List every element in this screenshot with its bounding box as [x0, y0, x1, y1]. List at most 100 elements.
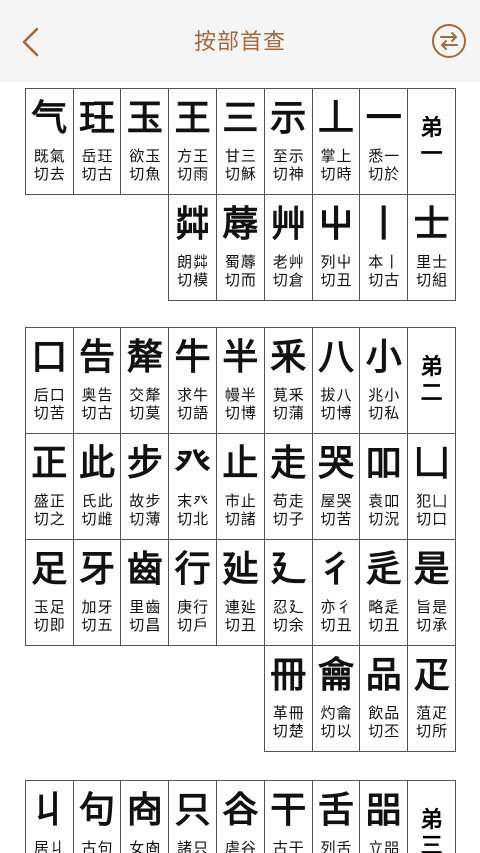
radical-cell[interactable]: 彳彳丑亦切	[311, 539, 361, 646]
seal-glyph: 丨	[365, 203, 402, 245]
reading-char: 口	[49, 386, 65, 404]
radical-cell[interactable]: 三三穌甘切	[216, 88, 265, 195]
reading-char: 以	[336, 722, 352, 741]
reading-text: 舌食列切	[320, 839, 351, 853]
radical-cell[interactable]: 士士組里切	[407, 194, 456, 301]
radical-cell[interactable]: 王王雨方切	[168, 88, 218, 195]
radical-cell[interactable]: 癶癶北末切	[168, 433, 218, 540]
reading-char: 老	[272, 253, 288, 271]
reading-char: 只	[193, 839, 209, 853]
radical-cell[interactable]: 示示神至切	[263, 88, 313, 195]
seal-glyph: 釆	[270, 336, 307, 378]
reading-char: 切	[320, 722, 336, 741]
radical-cell[interactable]: 辵辵丑略切	[359, 539, 409, 646]
radical-cell[interactable]: 足足即玉切	[24, 539, 74, 646]
radical-cell[interactable]: 步步薄故切	[120, 433, 170, 540]
seal-glyph: 一	[365, 97, 402, 139]
radical-cell[interactable]: 廴廴余忍切	[263, 539, 313, 646]
reading-char: 古	[97, 404, 113, 423]
radical-cell[interactable]: 齒齒昌里切	[120, 539, 170, 646]
radical-cell[interactable]: 哭哭苦屋切	[311, 433, 361, 540]
seal-glyph: 小	[365, 336, 402, 378]
reading-char: 苟	[272, 492, 288, 510]
reading-text: 辵丑略切	[368, 598, 399, 635]
reading-char: 莧	[272, 386, 288, 404]
radical-cell[interactable]: 牙牙五加切	[72, 539, 122, 646]
radical-cell[interactable]: 是是承旨切	[407, 539, 456, 646]
radical-cell[interactable]: 丩丩糾居切	[24, 780, 74, 853]
radical-cell[interactable]: 屮屮丑列切	[311, 194, 361, 301]
seal-glyph: 犛	[126, 336, 163, 378]
radical-cell[interactable]: 一一於悉切	[359, 88, 409, 195]
reading-char: 之	[49, 510, 65, 529]
reading-char: 博	[240, 404, 256, 423]
radical-cell[interactable]: 句句俱古切	[72, 780, 122, 853]
radical-cell[interactable]: 龠龠以灼切	[311, 645, 361, 752]
reading-char: 切	[320, 165, 336, 184]
radical-cell[interactable]: 正正之盛切	[24, 433, 74, 540]
reading-char: 釆	[288, 386, 304, 404]
reading-char: 菹	[416, 704, 432, 722]
radical-cell[interactable]: 玨玨古岳切	[72, 88, 122, 195]
reading-char: 而	[240, 271, 256, 290]
seal-glyph: 冊	[270, 654, 307, 696]
radical-cell[interactable]: 茻茻模朗切	[168, 194, 218, 301]
reading-char: 丑	[336, 616, 352, 635]
reading-char: 昌	[145, 616, 161, 635]
reading-char: 氏	[81, 492, 97, 510]
radical-cell[interactable]: 吅吅況袁切	[359, 433, 409, 540]
reading-text: 犛莫交切	[129, 386, 160, 423]
reading-char: 切	[320, 404, 336, 423]
radical-cell[interactable]: 舌舌食列切	[311, 780, 361, 853]
reading-char: 既	[33, 147, 49, 165]
radical-cell[interactable]: 玉玉魚欲切	[120, 88, 170, 195]
reading-char: 袁	[368, 492, 384, 510]
radical-cell[interactable]: 犛犛莫交切	[120, 327, 170, 434]
radical-cell[interactable]: 凵凵口犯切	[407, 433, 456, 540]
reading-char: 丕	[384, 722, 400, 741]
radical-cell[interactable]: 冊冊楚革切	[263, 645, 313, 752]
radical-cell[interactable]: 小小私兆切	[359, 327, 409, 434]
radical-cell[interactable]: 干干寒古切	[263, 780, 313, 853]
radical-cell[interactable]: 釆釆蒲莧切	[263, 327, 313, 434]
radical-cell[interactable]: 牛牛語求切	[168, 327, 218, 434]
radical-cell[interactable]: 㢟㢟丑連切	[216, 539, 265, 646]
reading-text: 是承旨切	[416, 598, 447, 635]
reading-char: 丑	[336, 271, 352, 290]
reading-text: 告古奥切	[82, 386, 113, 423]
radical-cell[interactable]: 只只氏諸切	[168, 780, 218, 853]
reading-char: 雌	[97, 510, 113, 529]
reading-text: 示神至切	[273, 147, 304, 184]
radical-cell[interactable]: 行行戶庚切	[168, 539, 218, 646]
radical-cell[interactable]: 𧮫 谷其虐切	[216, 780, 265, 853]
reading-char: 切	[81, 616, 97, 635]
radical-cell[interactable]: 丄上時掌切	[311, 88, 361, 195]
radical-cell[interactable]: 㕯㕯滑女切	[120, 780, 170, 853]
radical-cell[interactable]: 疋疋所菹切	[407, 645, 456, 752]
radical-cell[interactable]: 口口苦后切	[24, 327, 74, 434]
reading-char: 朗	[177, 253, 193, 271]
reading-char: 口	[432, 510, 448, 529]
reading-char: 亦	[320, 598, 336, 616]
radical-cell[interactable]: 丨丨古本切	[359, 194, 409, 301]
radical-cell[interactable]: 品品丕飲切	[359, 645, 409, 752]
radical-cell[interactable]: 气氣去既切	[24, 88, 74, 195]
reading-text: 牙五加切	[82, 598, 113, 635]
radical-cell[interactable]: 㗊㗊阻立切	[359, 780, 409, 853]
radical-row: 是是承旨切辵辵丑略切彳彳丑亦切廴廴余忍切㢟㢟丑連切行行戶庚切齒齒昌里切牙牙五加切…	[24, 539, 456, 646]
reading-char: 舌	[336, 839, 352, 853]
radical-cell[interactable]: 八八博拔切	[311, 327, 361, 434]
reading-char: 步	[145, 492, 161, 510]
reading-char: 幔	[224, 386, 240, 404]
radical-cell[interactable]: 半半博幔切	[216, 327, 265, 434]
reading-text: 牛語求切	[177, 386, 208, 423]
swap-order-button[interactable]	[432, 24, 466, 58]
radical-cell[interactable]: 走走子苟切	[263, 433, 313, 540]
radical-cell[interactable]: 蓐蓐而蜀切	[216, 194, 265, 301]
reading-char: 切	[416, 722, 432, 741]
reading-char: 至	[272, 147, 288, 165]
radical-cell[interactable]: 此此雌氏切	[72, 433, 122, 540]
radical-cell[interactable]: 止止諸市切	[216, 433, 265, 540]
radical-cell[interactable]: 艸艸倉老切	[263, 194, 313, 301]
radical-cell[interactable]: 告告古奥切	[72, 327, 122, 434]
